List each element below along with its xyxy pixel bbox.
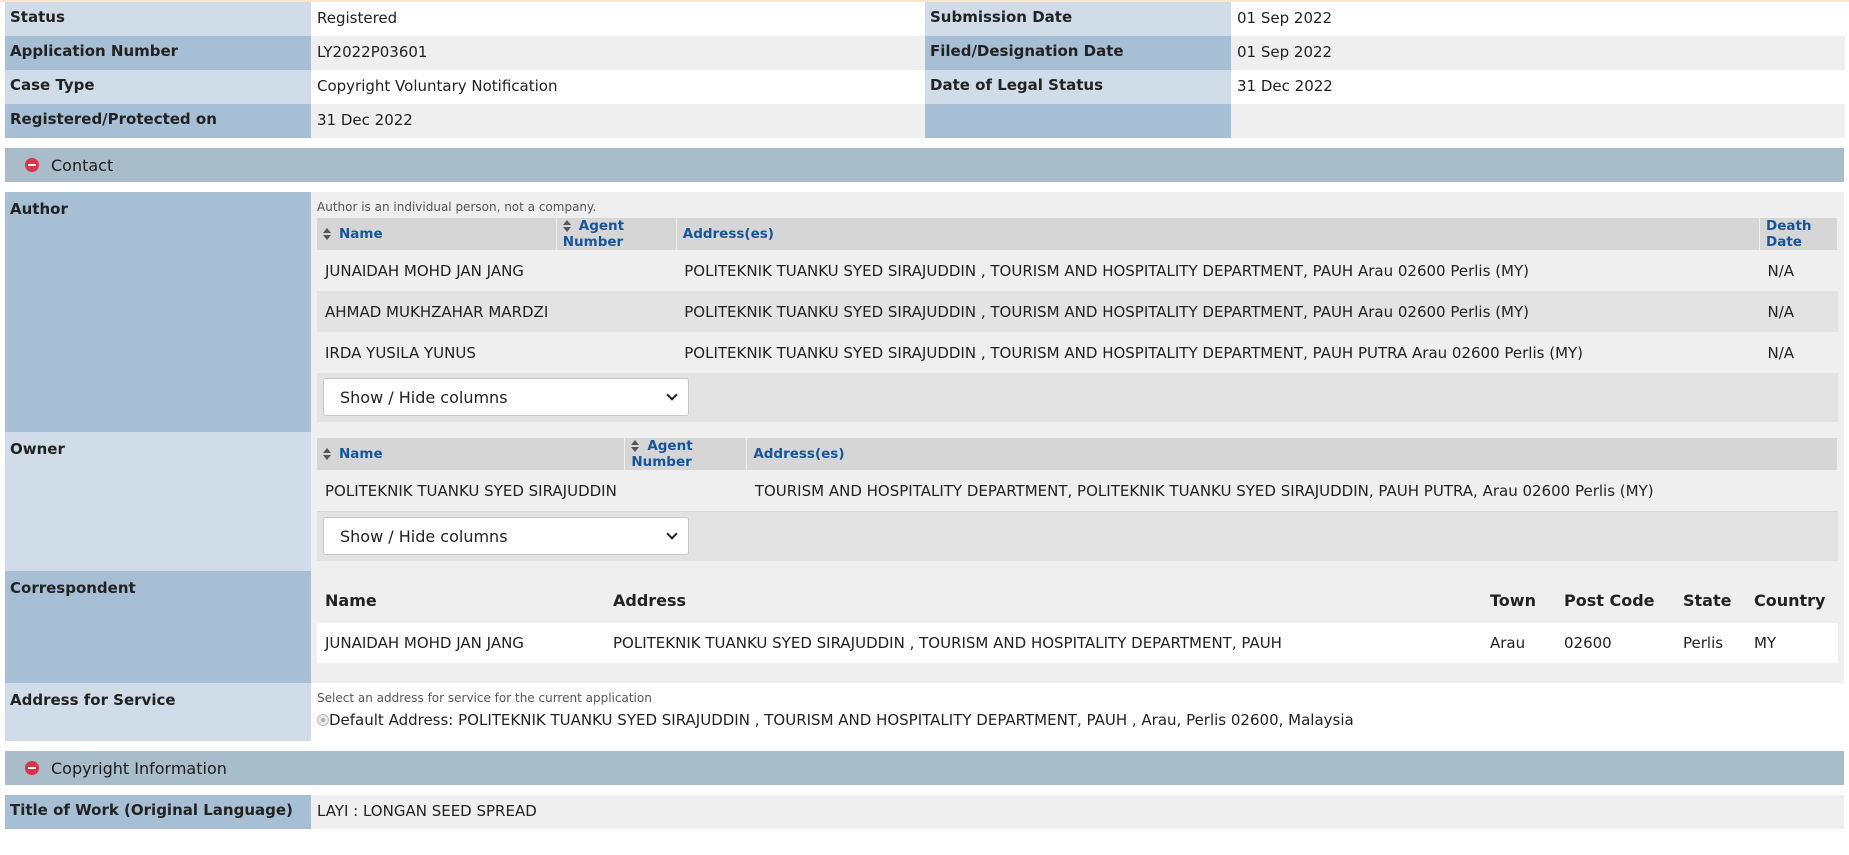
author-death-date: N/A <box>1759 250 1838 291</box>
column-header-state: State <box>1683 590 1732 610</box>
select-label: Show / Hide columns <box>340 387 508 407</box>
title-of-work-value: LAYI : LONGAN SEED SPREAD <box>311 795 1844 829</box>
sort-icon[interactable] <box>562 220 571 232</box>
author-agent <box>556 291 677 332</box>
service-row: Address for Service Select an address fo… <box>5 683 1844 741</box>
service-label: Address for Service <box>5 683 311 741</box>
section-title: Contact <box>51 155 114 175</box>
copyright-section-header[interactable]: Copyright Information <box>5 751 1844 785</box>
author-row: Author Author is an individual person, n… <box>5 192 1844 432</box>
author-agent <box>556 332 677 373</box>
correspondent-label: Correspondent <box>5 571 311 683</box>
summary-value: 31 Dec 2022 <box>1231 70 1845 104</box>
author-label: Author <box>5 192 311 432</box>
summary-value <box>1231 104 1845 138</box>
owner-name: POLITEKNIK TUANKU SYED SIRAJUDDIN <box>317 470 625 511</box>
author-content: Author is an individual person, not a co… <box>311 192 1844 432</box>
column-header-country: Country <box>1754 590 1826 610</box>
author-address: POLITEKNIK TUANKU SYED SIRAJUDDIN , TOUR… <box>676 250 1760 291</box>
column-header-agent-number[interactable]: Agent Number <box>624 438 748 470</box>
owner-row: Owner Name Agent Number Address(es) POLI… <box>5 432 1844 571</box>
title-of-work-row: Title of Work (Original Language) LAYI :… <box>5 795 1844 829</box>
summary-label: Date of Legal Status <box>925 70 1231 104</box>
service-hint: Select an address for service for the cu… <box>317 691 652 705</box>
column-header-name: Name <box>325 590 377 610</box>
sort-icon[interactable] <box>631 440 640 452</box>
author-agent <box>556 250 677 291</box>
correspondent-address: POLITEKNIK TUANKU SYED SIRAJUDDIN , TOUR… <box>605 623 1482 663</box>
correspondent-postcode: 02600 <box>1556 623 1675 663</box>
owner-columns-select[interactable]: Show / Hide columns <box>323 517 689 555</box>
minus-circle-icon[interactable] <box>25 761 39 775</box>
column-header-death-date[interactable]: Death Date <box>1759 218 1838 250</box>
owner-table: Name Agent Number Address(es) POLITEKNIK… <box>317 438 1838 511</box>
author-table: Name Agent Number Address(es) Death Date… <box>317 218 1838 373</box>
correspondent-content: Name Address Town Post Code State Countr… <box>311 571 1844 683</box>
default-address-option[interactable]: Default Address: POLITEKNIK TUANKU SYED … <box>317 711 1838 729</box>
default-address-radio[interactable] <box>317 714 329 726</box>
column-header-town: Town <box>1490 590 1536 610</box>
column-header-agent-number[interactable]: Agent Number <box>556 218 677 250</box>
column-header-name[interactable]: Name <box>317 218 557 250</box>
correspondent-town: Arau <box>1482 623 1556 663</box>
correspondent-country: MY <box>1746 623 1838 663</box>
correspondent-name: JUNAIDAH MOHD JAN JANG <box>317 623 605 663</box>
select-label: Show / Hide columns <box>340 526 508 546</box>
summary-value: 01 Sep 2022 <box>1231 36 1845 70</box>
owner-address: TOURISM AND HOSPITALITY DEPARTMENT, POLI… <box>746 470 1838 511</box>
summary-label: Submission Date <box>925 2 1231 36</box>
correspondent-state: Perlis <box>1675 623 1746 663</box>
table-row: JUNAIDAH MOHD JAN JANG POLITEKNIK TUANKU… <box>317 250 1838 291</box>
summary-value: LY2022P03601 <box>311 36 925 70</box>
author-name: JUNAIDAH MOHD JAN JANG <box>317 250 557 291</box>
table-row: POLITEKNIK TUANKU SYED SIRAJUDDIN TOURIS… <box>317 470 1838 511</box>
summary-grid: Status Registered Submission Date 01 Sep… <box>5 2 1845 138</box>
owner-table-footer: Show / Hide columns <box>317 511 1838 561</box>
owner-content: Name Agent Number Address(es) POLITEKNIK… <box>311 432 1844 571</box>
table-row: JUNAIDAH MOHD JAN JANG POLITEKNIK TUANKU… <box>317 623 1838 663</box>
title-of-work-label: Title of Work (Original Language) <box>5 795 311 829</box>
table-row: IRDA YUSILA YUNUS POLITEKNIK TUANKU SYED… <box>317 332 1838 373</box>
summary-label: Registered/Protected on <box>5 104 311 138</box>
contact-section-header[interactable]: Contact <box>5 148 1844 182</box>
author-address: POLITEKNIK TUANKU SYED SIRAJUDDIN , TOUR… <box>676 291 1760 332</box>
default-address-text: Default Address: POLITEKNIK TUANKU SYED … <box>329 711 1354 729</box>
summary-value: 31 Dec 2022 <box>311 104 925 138</box>
author-columns-select[interactable]: Show / Hide columns <box>323 378 689 416</box>
column-header-addresses[interactable]: Address(es) <box>676 218 1761 250</box>
column-header-addresses[interactable]: Address(es) <box>746 438 1838 470</box>
correspondent-row: Correspondent Name Address Town Post Cod… <box>5 571 1844 683</box>
sort-icon[interactable] <box>323 228 331 240</box>
minus-circle-icon[interactable] <box>25 158 39 172</box>
summary-value: Copyright Voluntary Notification <box>311 70 925 104</box>
sort-icon[interactable] <box>323 448 331 460</box>
correspondent-table: Name Address Town Post Code State Countr… <box>317 577 1838 663</box>
summary-label: Case Type <box>5 70 311 104</box>
table-row: AHMAD MUKHZAHAR MARDZI POLITEKNIK TUANKU… <box>317 291 1838 332</box>
owner-label: Owner <box>5 432 311 571</box>
author-table-footer: Show / Hide columns <box>317 373 1838 422</box>
column-header-address: Address <box>613 590 687 610</box>
summary-label <box>925 104 1231 138</box>
column-header-name[interactable]: Name <box>317 438 626 470</box>
owner-agent <box>624 470 747 511</box>
author-death-date: N/A <box>1759 291 1838 332</box>
author-address: POLITEKNIK TUANKU SYED SIRAJUDDIN , TOUR… <box>676 332 1760 373</box>
section-title: Copyright Information <box>51 758 227 778</box>
summary-value: 01 Sep 2022 <box>1231 2 1845 36</box>
author-name: IRDA YUSILA YUNUS <box>317 332 557 373</box>
author-hint: Author is an individual person, not a co… <box>317 200 597 214</box>
summary-value: Registered <box>311 2 925 36</box>
service-content: Select an address for service for the cu… <box>311 683 1844 741</box>
summary-label: Application Number <box>5 36 311 70</box>
summary-label: Status <box>5 2 311 36</box>
author-name: AHMAD MUKHZAHAR MARDZI <box>317 291 557 332</box>
chevron-down-icon <box>666 389 678 401</box>
chevron-down-icon <box>666 528 678 540</box>
page: Status Registered Submission Date 01 Sep… <box>0 2 1849 829</box>
column-header-post-code: Post Code <box>1564 590 1655 610</box>
summary-label: Filed/Designation Date <box>925 36 1231 70</box>
author-death-date: N/A <box>1759 332 1838 373</box>
